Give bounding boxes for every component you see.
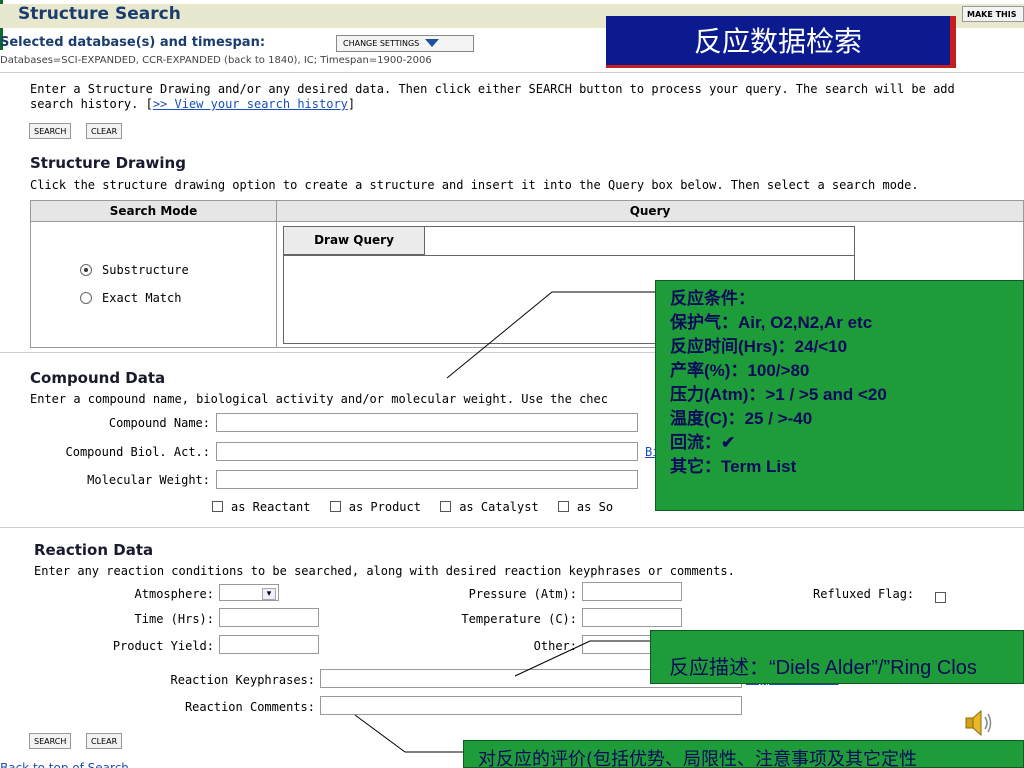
callout-line: 其它：Term List <box>670 457 797 476</box>
callout-line: 反应时间(Hrs)：24/<10 <box>670 337 848 356</box>
reaction-conditions-callout: 反应条件： 保护气：Air, O2,N2,Ar etc 反应时间(Hrs)：24… <box>655 280 1024 511</box>
callout-line: 反应条件： <box>670 289 755 308</box>
callout-line: 温度(C)：25 / >-40 <box>670 409 813 428</box>
callout-line: 产率(%)：100/>80 <box>670 361 810 380</box>
callout-line: 压力(Atm)：>1 / >5 and <20 <box>670 385 887 404</box>
callout-line: 保护气：Air, O2,N2,Ar etc <box>670 313 873 332</box>
reaction-description-callout: 反应描述：“Diels Alder”/”Ring Clos <box>650 630 1024 684</box>
reaction-evaluation-callout: 对反应的评价(包括优势、局限性、注意事项及其它定性 <box>463 740 1024 768</box>
callout-line: 回流：✔ <box>670 433 736 452</box>
